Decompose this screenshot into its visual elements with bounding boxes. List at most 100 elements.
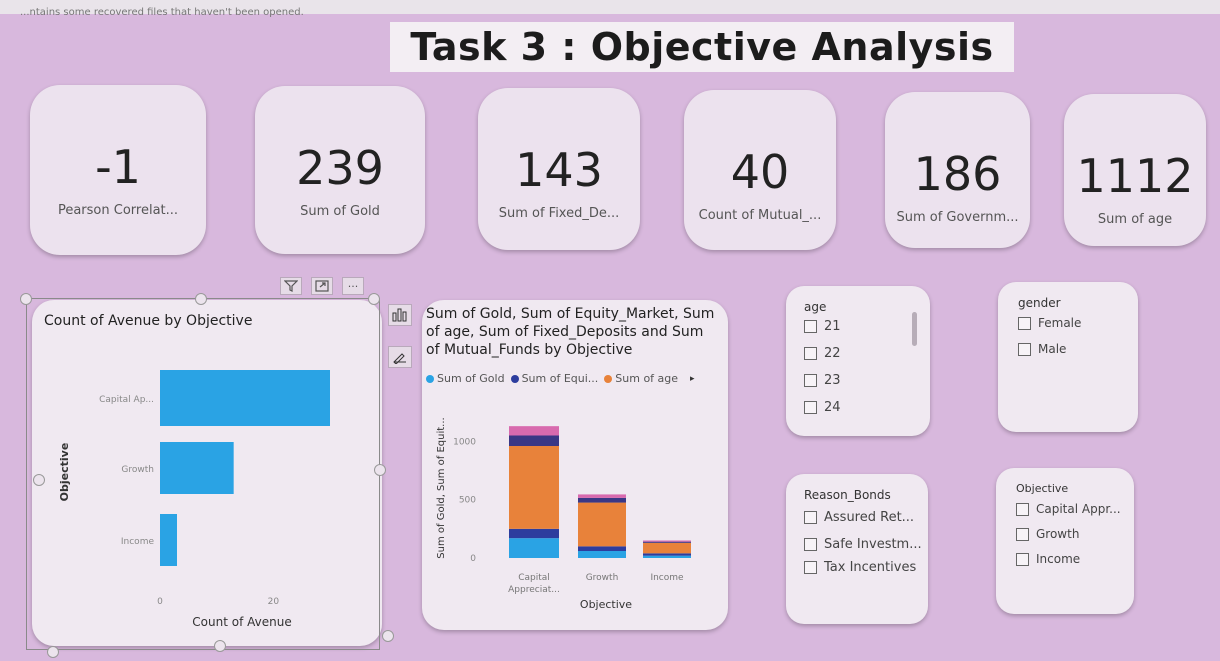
card-value: 40 <box>730 145 790 199</box>
card-label: Pearson Correlat... <box>57 203 179 218</box>
resize-handle-br[interactable] <box>382 630 394 642</box>
slicer-item-label: Assured Ret... <box>824 510 915 525</box>
card-sum-of-gold[interactable]: 239 Sum of Gold <box>255 86 425 254</box>
slicer-item-label: Capital Appr... <box>1036 502 1121 516</box>
slicer-age-item[interactable]: 21 <box>804 319 841 334</box>
card-label: Sum of Fixed_De... <box>498 206 620 221</box>
slicer-item-label: Safe Investm... <box>824 537 922 552</box>
stack-segment-0 <box>643 555 691 558</box>
slicer-reason-bonds-item[interactable]: Safe Investm... <box>804 537 922 552</box>
slicer-objective-item[interactable]: Capital Appr... <box>1016 502 1121 516</box>
slicer-age-item[interactable]: 23 <box>804 373 841 388</box>
slicer-reason-bonds[interactable]: Reason_Bonds Assured Ret... Safe Investm… <box>786 474 928 624</box>
resize-handle-bottom[interactable] <box>214 640 226 652</box>
selection-border <box>26 298 380 650</box>
slicer-gender-item[interactable]: Female <box>1018 316 1081 330</box>
checkbox-icon[interactable] <box>804 511 817 524</box>
stack-segment-1 <box>643 553 691 556</box>
slicer-item-label: 21 <box>824 319 841 334</box>
stack-segment-1 <box>509 528 559 539</box>
checkbox-icon[interactable] <box>804 320 817 333</box>
stack-segment-2 <box>643 542 691 554</box>
filter-icon[interactable] <box>280 277 302 295</box>
checkbox-icon[interactable] <box>804 347 817 360</box>
build-visual-icon[interactable] <box>388 304 412 326</box>
card-value: 239 <box>296 141 384 195</box>
slicer-reason-bonds-title: Reason_Bonds <box>804 488 891 502</box>
stack-segment-4 <box>509 426 559 436</box>
slicer-age-item[interactable]: 22 <box>804 346 841 361</box>
page-title-box: Task 3 : Objective Analysis <box>390 22 1014 72</box>
stack-segment-0 <box>509 538 559 558</box>
slicer-scrollbar[interactable] <box>912 312 917 346</box>
checkbox-icon[interactable] <box>804 538 817 551</box>
slicer-item-label: Male <box>1038 342 1067 356</box>
slicer-gender-title: gender <box>1018 296 1061 310</box>
checkbox-icon[interactable] <box>1016 502 1029 516</box>
slicer-item-label: Female <box>1038 316 1082 330</box>
stack-segment-3 <box>578 497 626 503</box>
card-sum-of-age[interactable]: 1112 Sum of age <box>1064 94 1206 246</box>
stacked-bar-chart-visual[interactable]: Sum of Gold, Sum of Equity_Market, Sum o… <box>422 300 728 630</box>
x-axis-title: Objective <box>580 598 632 611</box>
card-sum-of-fixed-deposits[interactable]: 143 Sum of Fixed_De... <box>478 88 640 250</box>
slicer-age-item[interactable]: 24 <box>804 400 841 415</box>
resize-handle-left[interactable] <box>33 474 45 486</box>
card-label: Count of Mutual_... <box>698 208 822 223</box>
card-label: Sum of Governm... <box>896 210 1019 225</box>
slicer-item-label: 22 <box>824 346 841 361</box>
card-value: 186 <box>913 147 1002 201</box>
stack-segment-3 <box>509 435 559 446</box>
stack-segment-2 <box>509 446 559 529</box>
checkbox-icon[interactable] <box>804 401 817 414</box>
window-info-bar: ...ntains some recovered files that have… <box>0 0 1220 18</box>
stack-segment-0 <box>578 551 626 558</box>
slicer-reason-bonds-item[interactable]: Tax Incentives <box>804 560 916 575</box>
card-value: -1 <box>95 140 141 194</box>
checkbox-icon[interactable] <box>1018 316 1031 330</box>
checkbox-icon[interactable] <box>1016 552 1029 566</box>
slicer-item-label: Growth <box>1036 527 1080 541</box>
checkbox-icon[interactable] <box>1018 342 1031 356</box>
checkbox-icon[interactable] <box>1016 527 1029 541</box>
checkbox-icon[interactable] <box>804 561 817 574</box>
category-tick-label: Capital <box>518 573 550 583</box>
slicer-item-label: 23 <box>824 373 841 388</box>
resize-handle-tr[interactable] <box>368 293 380 305</box>
stacked-chart-svg: 0 500 1000 Capital Appreciat... Growth Income O… <box>436 417 691 611</box>
category-tick-label: Appreciat... <box>508 585 560 595</box>
slicer-reason-bonds-item[interactable]: Assured Ret... <box>804 510 914 525</box>
slicer-item-label: 24 <box>824 400 841 415</box>
card-pearson-correlation[interactable]: -1 Pearson Correlat... <box>30 85 206 255</box>
page-title: Task 3 : Objective Analysis <box>410 25 994 69</box>
stack-segment-3 <box>643 541 691 543</box>
resize-handle-right[interactable] <box>374 464 386 476</box>
card-label: Sum of Gold <box>300 204 380 219</box>
slicer-gender-item[interactable]: Male <box>1018 342 1066 356</box>
resize-handle-top[interactable] <box>195 293 207 305</box>
slicer-objective-item[interactable]: Income <box>1016 552 1080 566</box>
slicer-objective[interactable]: Objective Capital Appr... Growth Income <box>996 468 1134 614</box>
card-value: 143 <box>515 143 603 197</box>
slicer-gender[interactable]: gender Female Male <box>998 282 1138 432</box>
slicer-age[interactable]: age 21 22 23 24 <box>786 286 930 436</box>
y-tick-label: 1000 <box>453 437 476 447</box>
checkbox-icon[interactable] <box>804 374 817 387</box>
focus-mode-icon[interactable] <box>311 277 333 295</box>
resize-handle-bl[interactable] <box>47 646 59 658</box>
slicer-objective-item[interactable]: Growth <box>1016 527 1079 541</box>
card-label: Sum of age <box>1097 212 1173 227</box>
card-value: 1112 <box>1076 149 1194 203</box>
card-count-of-mutual-funds[interactable]: 40 Count of Mutual_... <box>684 90 836 250</box>
y-tick-label: 500 <box>459 496 476 506</box>
format-visual-icon[interactable] <box>388 346 412 368</box>
category-tick-label: Income <box>650 573 684 583</box>
card-sum-of-government-bonds[interactable]: 186 Sum of Governm... <box>885 92 1030 248</box>
more-options-icon[interactable]: ··· <box>342 277 364 295</box>
stack-segment-4 <box>578 494 626 498</box>
resize-handle-tl[interactable] <box>20 293 32 305</box>
slicer-item-label: Tax Incentives <box>824 560 917 575</box>
y-tick-label: 0 <box>470 554 476 564</box>
info-bar-text: ...ntains some recovered files that have… <box>20 7 304 18</box>
y-axis-title: Sum of Gold, Sum of Equit... <box>436 417 447 558</box>
